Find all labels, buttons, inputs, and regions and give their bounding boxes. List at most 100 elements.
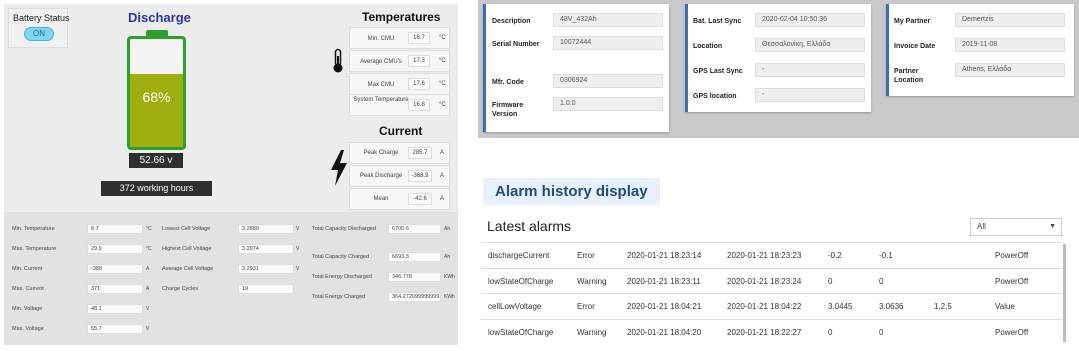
card-label: Partner Location [894, 68, 924, 84]
card-value: 2019-11-08 [955, 38, 1065, 52]
current-unit: A [440, 173, 445, 179]
table-row[interactable]: cellLowVoltage Error 2020-01-21 18:04:21 20… [481, 293, 1062, 318]
latest-alarms-title: Latest alarms [487, 218, 572, 234]
battery-status-toggle[interactable]: ON [24, 27, 54, 41]
temp-label: Max CMU [367, 82, 395, 88]
card-value: - [755, 88, 865, 102]
card-value: - [755, 63, 865, 77]
card-value: 0306924 [553, 74, 663, 88]
alarm-level: Warning [577, 276, 607, 286]
card-label: Location [693, 43, 723, 50]
alarm-end: 2020-01-21 18:04:22 [727, 302, 802, 311]
stat-unit: A [146, 286, 150, 292]
stat-unit: V [296, 266, 300, 272]
battery-percent-label: 68% [142, 89, 171, 105]
alarm-name: cellLowVoltage [488, 302, 542, 311]
alarm-v3: 1,2,5 [934, 302, 952, 311]
temp-value: 17.3 [408, 55, 430, 67]
alarm-start: 2020-01-21 18:04:21 [627, 302, 702, 311]
stat-label: Total Energy Charged [312, 294, 366, 300]
card-value: 1.0.0 [553, 97, 663, 111]
card-label: My Partner [894, 18, 931, 25]
stat-value: 48.1 [87, 304, 143, 314]
alarm-history-button[interactable]: Alarm history display [483, 178, 660, 205]
stat-label: Min. Current [12, 266, 43, 272]
alarm-v1: -0.2 [828, 251, 842, 260]
table-row[interactable]: dischargeCurrent Error 2020-01-21 18:23:14… [481, 242, 1062, 267]
stat-unit: KWh [444, 294, 455, 300]
card-label: Bat. Last Sync [693, 18, 742, 25]
table-row[interactable]: lowStateOfCharge Warning 2020-01-21 18:23:… [481, 267, 1062, 293]
alarm-level: Error [577, 251, 595, 260]
stat-unit: V [296, 226, 300, 232]
stat-value: 364.272099999999 [388, 292, 441, 302]
current-label: Mean [373, 196, 389, 202]
battery-gauge: 68% [127, 36, 186, 150]
card-value: Athens, Ελλάδα [955, 63, 1065, 77]
alarm-v2: -0.1 [879, 251, 893, 260]
alarm-v1: 0 [828, 276, 833, 286]
card-value: Θεσσαλονίκη, Ελλάδα [755, 38, 865, 52]
alarm-level: Error [577, 302, 595, 311]
card-value: Demertzis [955, 13, 1065, 27]
alarm-end: 2020-01-21 18:22:27 [727, 327, 802, 337]
current-value: -42.6 [408, 193, 432, 205]
alarms-scrollbar[interactable] [1063, 244, 1066, 342]
card-value: 10072444 [553, 36, 663, 50]
alarm-v2: 3.0636 [879, 302, 904, 311]
current-value: 285.7 [408, 147, 432, 159]
alarm-level: Warning [577, 327, 607, 337]
battery-voltage: 52.66 v [129, 153, 183, 168]
current-value: -368.9 [408, 170, 432, 182]
card-value: 48V_432Ah [553, 13, 663, 27]
temp-value: 16.7 [408, 32, 430, 44]
stat-label: Min. Temperature [12, 226, 55, 232]
thermometer-icon [333, 48, 343, 73]
alarm-action: PowerOff [995, 327, 1029, 337]
stat-label: Charge Cycles [162, 286, 199, 292]
card-label: GPS location [693, 93, 737, 100]
current-unit: A [440, 196, 445, 202]
alarm-action: PowerOff [995, 251, 1029, 260]
alarm-end: 2020-01-21 18:23:24 [727, 276, 802, 286]
alarm-v2: 0 [879, 327, 884, 337]
battery-level-fill [130, 73, 183, 147]
current-title: Current [379, 124, 423, 138]
stat-unit: A [146, 266, 150, 272]
current-label: Peak Charge [363, 150, 399, 156]
stat-unit: V [146, 326, 150, 332]
stat-value: 19 [238, 284, 294, 294]
current-unit: A [440, 150, 445, 156]
stat-unit: V [296, 246, 300, 252]
temp-label: Average CMU's [360, 59, 402, 65]
alarm-start: 2020-01-21 18:04:20 [627, 327, 702, 337]
alarm-name: dischargeCurrent [488, 251, 550, 260]
stat-value: 8.7 [87, 224, 143, 234]
alarm-v1: 3.0445 [828, 302, 853, 311]
stat-value: 371 [87, 284, 143, 294]
stat-value: 6700.6 [388, 224, 441, 234]
stat-value: 346.778 [388, 272, 441, 282]
temp-unit: °C [439, 81, 446, 87]
stat-label: Max. Current [12, 286, 44, 292]
stat-value: 3.2889 [238, 224, 294, 234]
table-row[interactable]: lowStateOfCharge Warning 2020-01-21 18:04:… [481, 318, 1062, 344]
stat-unit: KWh [444, 274, 455, 280]
alarm-filter-select[interactable]: All ▼ [970, 218, 1062, 236]
stat-label: Total Capacity Discharged [312, 226, 376, 232]
chevron-down-icon: ▼ [1049, 223, 1056, 230]
stat-value: 29.9 [87, 244, 143, 254]
card-label: Firmware Version [492, 102, 524, 118]
alarm-name: lowStateOfCharge [488, 327, 554, 337]
stat-label: Average Cell Voltage [162, 266, 214, 272]
lightning-icon [331, 150, 347, 186]
stat-value: -388 [87, 264, 143, 274]
card-label: Invoice Date [894, 43, 936, 50]
alarm-start: 2020-01-21 18:23:14 [627, 251, 702, 260]
alarm-filter-value: All [977, 222, 986, 231]
battery-status-label: Battery Status [13, 13, 70, 23]
stat-value: 3.2974 [238, 244, 294, 254]
stat-value: 3.2931 [238, 264, 294, 274]
working-hours: 372 working hours [101, 181, 212, 196]
stat-value: 55.7 [87, 324, 143, 334]
